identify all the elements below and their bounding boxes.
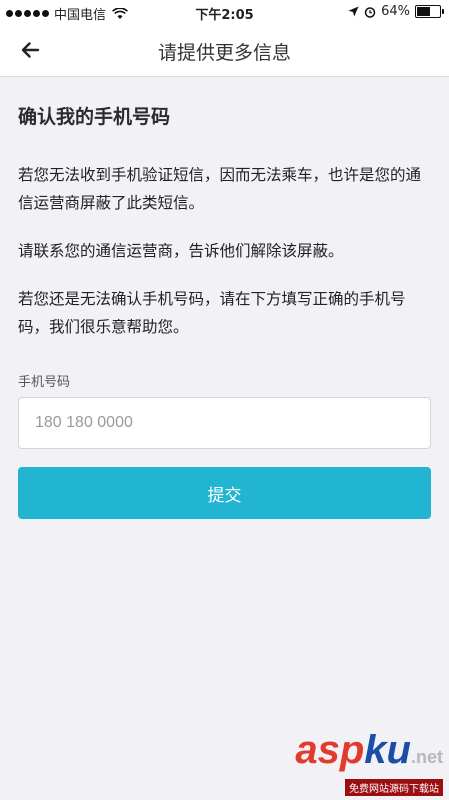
watermark-logo-text: aspku.net xyxy=(295,728,443,772)
battery-icon xyxy=(415,5,444,18)
info-paragraph-2: 请联系您的通信运营商，告诉他们解除该屏蔽。 xyxy=(18,242,344,260)
info-paragraph-3: 若您还是无法确认手机号码，请在下方填写正确的手机号码，我们很乐意帮助您。 xyxy=(18,290,406,336)
submit-button[interactable]: 提交 xyxy=(18,467,431,519)
page-title: 请提供更多信息 xyxy=(157,42,291,64)
status-bar: 中国电信 下午2:05 64% xyxy=(0,0,449,24)
section-heading: 确认我的手机号码 xyxy=(18,106,171,128)
nav-bar: 请提供更多信息 xyxy=(0,24,449,77)
phone-field-label: 手机号码 xyxy=(18,375,71,390)
battery-percent: 64% xyxy=(381,4,410,19)
main-content: 确认我的手机号码 若您无法收到手机验证短信，因而无法乘车，也许是您的通信运营商屏… xyxy=(18,90,432,519)
phone-number-input[interactable] xyxy=(18,397,431,449)
alarm-icon xyxy=(364,6,376,18)
info-paragraph-1: 若您无法收到手机验证短信，因而无法乘车，也许是您的通信运营商屏蔽了此类短信。 xyxy=(18,166,422,212)
status-right: 64% xyxy=(348,4,444,19)
location-arrow-icon xyxy=(348,6,359,17)
watermark-logo: aspku.net 免费网站源码下载站 xyxy=(295,730,443,796)
watermark-subtitle: 免费网站源码下载站 xyxy=(345,779,443,796)
